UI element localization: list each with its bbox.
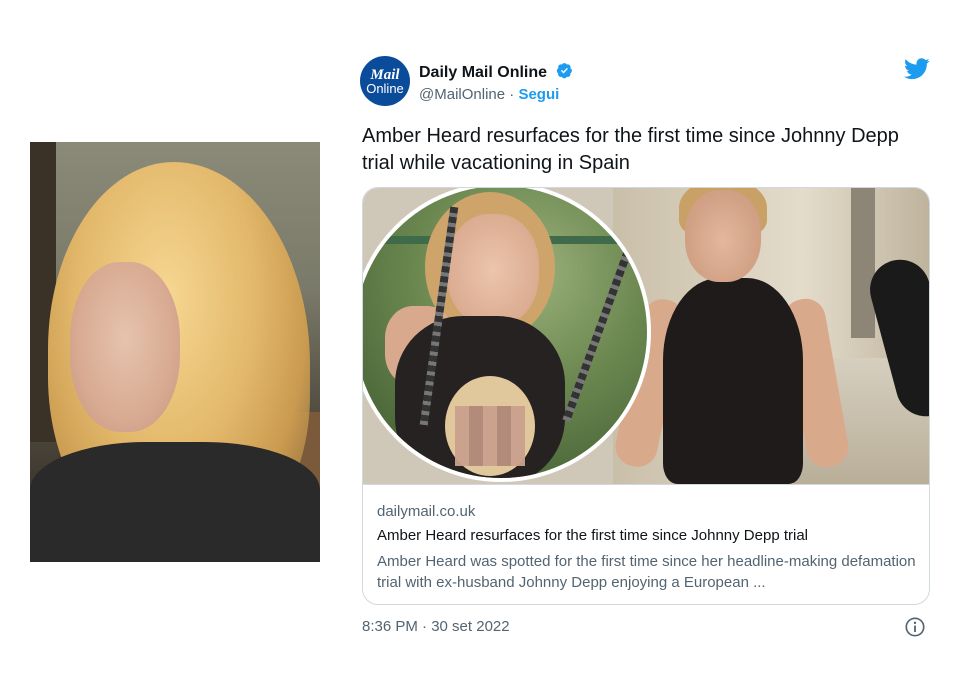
inset-face <box>447 214 539 326</box>
photo-face <box>685 190 761 282</box>
tweet-timestamp[interactable]: 8:36 PM · 30 set 2022 <box>362 618 510 635</box>
verified-badge-icon <box>556 63 572 79</box>
handle[interactable]: @MailOnline <box>419 86 505 103</box>
card-image[interactable] <box>363 188 929 484</box>
handle-row: @MailOnline · Segui <box>419 86 559 103</box>
info-icon[interactable] <box>904 616 926 638</box>
follow-button[interactable]: Segui <box>518 86 559 103</box>
circle-inset-photo <box>363 188 651 482</box>
card-description: Amber Heard was spotted for the first ti… <box>377 553 916 591</box>
avatar[interactable]: Mail Online <box>360 56 410 106</box>
photo-pillar <box>851 188 875 338</box>
avatar-online-text: Online <box>366 81 404 96</box>
inset-swing-chain-2 <box>562 250 632 422</box>
face <box>70 262 180 432</box>
dark-shirt <box>30 442 320 562</box>
card-domain: dailymail.co.uk <box>377 503 476 520</box>
separator: · <box>505 86 519 103</box>
photo-black-dress <box>663 278 803 484</box>
twitter-bird-icon[interactable] <box>904 58 930 80</box>
tweet-text: Amber Heard resurfaces for the first tim… <box>362 125 899 174</box>
left-photo <box>30 142 320 562</box>
inset-blurred-face <box>455 406 525 466</box>
card-body[interactable]: dailymail.co.uk Amber Heard resurfaces f… <box>363 484 929 604</box>
author-name[interactable]: Daily Mail Online <box>419 64 547 82</box>
link-card[interactable]: dailymail.co.uk Amber Heard resurfaces f… <box>362 187 930 605</box>
card-title: Amber Heard resurfaces for the first tim… <box>377 527 809 544</box>
